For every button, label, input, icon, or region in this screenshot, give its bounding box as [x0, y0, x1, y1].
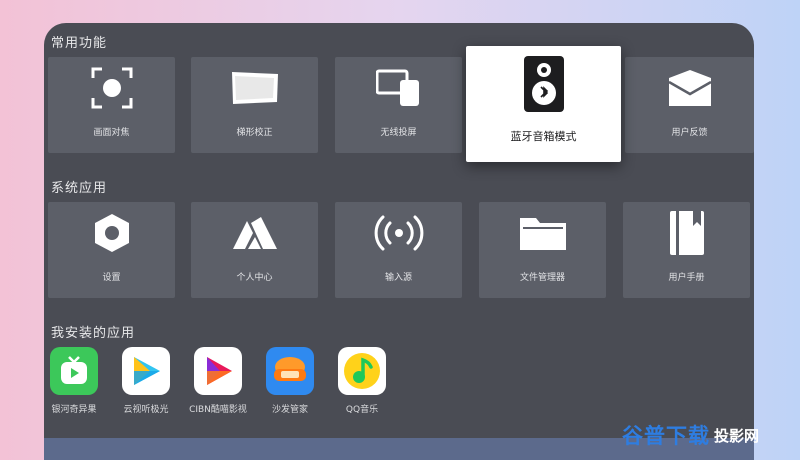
- tile-label: 用户手册: [668, 272, 705, 283]
- tile-label: 画面对焦: [93, 127, 130, 138]
- watermark-text: 谷普下载: [622, 424, 710, 448]
- tile-bluetooth-speaker[interactable]: 蓝牙音箱模式: [466, 46, 621, 162]
- app-yinhe-qiyiguo[interactable]: 银河奇异果: [44, 347, 107, 415]
- tile-user-center[interactable]: 个人中心: [191, 202, 318, 298]
- tile-label: 个人中心: [236, 272, 273, 283]
- keystone-icon: [230, 63, 280, 113]
- app-cibn-kumiao[interactable]: CIBN酷喵影视: [185, 347, 251, 415]
- tile-label: 文件管理器: [519, 272, 565, 283]
- sofa-butler-icon: [266, 347, 314, 395]
- tile-settings[interactable]: 设置: [48, 202, 175, 298]
- bluetooth-speaker-icon: [519, 54, 569, 114]
- tile-label: 无线投屏: [380, 127, 417, 138]
- tile-label: 设置: [102, 272, 121, 283]
- input-source-icon: [374, 208, 424, 258]
- screen-cast-icon: [374, 63, 424, 113]
- app-yunshiting-jiguang[interactable]: 云视听极光: [113, 347, 179, 415]
- folder-icon: [518, 208, 568, 258]
- watermark: 谷普下载 投影网: [622, 420, 759, 450]
- tile-label: 梯形校正: [236, 127, 273, 138]
- user-center-icon: [230, 208, 280, 258]
- app-sofa-butler[interactable]: 沙发管家: [257, 347, 323, 415]
- app-label: 沙发管家: [271, 405, 308, 415]
- manual-book-icon: [662, 208, 712, 258]
- app-qq-music[interactable]: QQ音乐: [329, 347, 395, 415]
- qq-music-icon: [338, 347, 386, 395]
- focus-icon: [87, 63, 137, 113]
- app-label: 云视听极光: [123, 405, 169, 415]
- tile-file-manager[interactable]: 文件管理器: [479, 202, 606, 298]
- app-label: CIBN酷喵影视: [189, 405, 247, 415]
- section-title-system: 系统应用: [51, 181, 108, 196]
- watermark-text-secondary: 投影网: [714, 426, 760, 445]
- tile-keystone[interactable]: 梯形校正: [191, 57, 318, 153]
- tile-wireless-cast[interactable]: 无线投屏: [335, 57, 462, 153]
- tile-label: 蓝牙音箱模式: [510, 130, 577, 143]
- yinhe-qiyiguo-icon: [50, 347, 98, 395]
- cibn-kumiao-icon: [194, 347, 242, 395]
- feedback-mail-icon: [665, 63, 715, 113]
- tile-label: 输入源: [384, 272, 412, 283]
- launcher-screen: 常用功能 画面对焦 梯形校正 无线投屏 蓝牙音箱模式 用户反馈 系统应用 设置 …: [44, 23, 754, 460]
- section-title-common: 常用功能: [51, 36, 108, 51]
- app-label: QQ音乐: [345, 405, 379, 415]
- app-label: 银河奇异果: [51, 405, 97, 415]
- tile-input-source[interactable]: 输入源: [335, 202, 462, 298]
- settings-hex-icon: [87, 208, 137, 258]
- tile-user-manual[interactable]: 用户手册: [623, 202, 750, 298]
- tile-label: 用户反馈: [671, 127, 708, 138]
- tile-feedback[interactable]: 用户反馈: [625, 57, 754, 153]
- section-title-installed: 我安装的应用: [51, 326, 136, 341]
- tile-focus-adjust[interactable]: 画面对焦: [48, 57, 175, 153]
- yunshiting-jiguang-icon: [122, 347, 170, 395]
